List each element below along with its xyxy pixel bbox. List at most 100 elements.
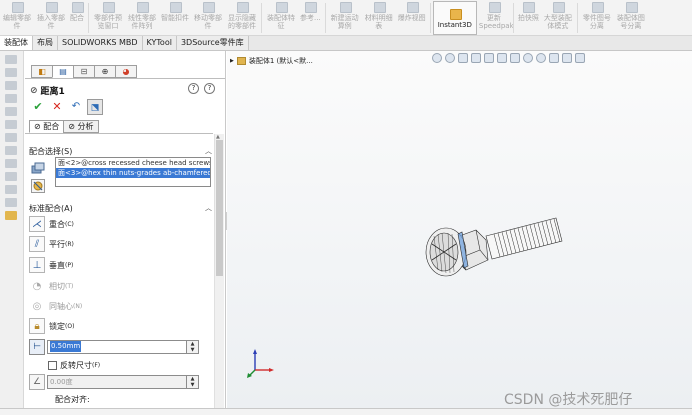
help-icon[interactable]: ? [204, 83, 215, 94]
zoom-to-fit-icon[interactable] [432, 53, 442, 63]
display-manager-tab-icon[interactable]: ◕ [115, 65, 137, 78]
property-manager: ◧ ▤ ⊟ ⊕ ◕ ⊘ 距离1 ? ? ✔ ✕ ↶ ⬔ ⊘ 配合 ⊘ 分析 配合… [25, 51, 225, 415]
angle-input[interactable] [47, 375, 187, 389]
tab-kytool[interactable]: KYTool [142, 36, 177, 50]
ribbon-button-reference-geometry[interactable]: 参考... [298, 1, 323, 22]
file-explorer-icon[interactable] [5, 94, 17, 103]
left-panel: ◧ ▤ ⊟ ⊕ ◕ ⊘ 距离1 ? ? ✔ ✕ ↶ ⬔ ⊘ 配合 ⊘ 分析 配合… [0, 51, 226, 415]
distance-stepper[interactable]: ▲ ▼ [187, 340, 199, 354]
feature-manager-tab-icon[interactable]: ◧ [31, 65, 53, 78]
move-component-icon [201, 1, 215, 13]
list-item[interactable]: 面<2>@cross recessed cheese head screws g… [56, 158, 210, 168]
ribbon-button-bom[interactable]: 材料明细表 [362, 1, 396, 30]
detail-preview-icon[interactable]: ? [188, 83, 199, 94]
graphics-viewport[interactable]: ▶ 装配体1 (默认<默... CSDN @技术死肥仔 [227, 51, 692, 408]
keep-visible-pin-button[interactable]: ⬔ [87, 99, 103, 115]
ok-button[interactable]: ✔ [30, 99, 46, 115]
configuration-manager-tab-icon[interactable]: ⊟ [73, 65, 95, 78]
list-item[interactable]: 面<3>@hex thin nuts-grades ab-chamfered g… [56, 168, 210, 178]
edit-appearance-icon[interactable] [536, 53, 546, 63]
pen-icon[interactable] [5, 211, 17, 220]
divider [25, 133, 213, 134]
tools-icon[interactable] [5, 159, 17, 168]
forum-icon[interactable] [5, 146, 17, 155]
ribbon-button-new-motion-study[interactable]: 新建运动算例 [328, 1, 362, 30]
ribbon-button-label: 显示隐藏的零部件 [228, 14, 256, 30]
expand-arrow-icon[interactable]: ▶ [230, 58, 234, 64]
resources-icon[interactable] [5, 68, 17, 77]
scrollbar-thumb[interactable] [216, 140, 223, 276]
ribbon-button-exploded-view[interactable]: 爆炸视图 [396, 1, 428, 22]
section-view-icon[interactable] [471, 53, 481, 63]
ribbon-button-instant3d[interactable]: Instant3D [432, 1, 477, 35]
custom-properties-icon[interactable] [5, 133, 17, 142]
speedpak-icon [487, 1, 501, 13]
ribbon-separator [429, 3, 431, 33]
tab-assembly[interactable]: 装配体 [0, 36, 33, 50]
panel-scrollbar[interactable]: ▲ ▼ [214, 134, 224, 415]
mate-selections-header[interactable]: 配合选择(S) [29, 146, 72, 157]
display-style-icon[interactable] [510, 53, 520, 63]
design-library-icon[interactable] [5, 81, 17, 90]
collapse-icon[interactable]: ︿ [205, 203, 212, 213]
ribbon-button-smart-fasteners[interactable]: 智能扣件 [159, 1, 191, 22]
collapse-icon[interactable]: ︿ [205, 146, 212, 156]
cancel-button[interactable]: ✕ [49, 99, 65, 115]
perpendicular-mate-button[interactable]: ⊥ 垂直 (P) [29, 257, 73, 273]
screw-with-nut-model[interactable] [424, 214, 564, 294]
tab-3dsource[interactable]: 3DSource零件库 [176, 36, 249, 50]
standard-mates-header[interactable]: 标准配合(A) [29, 203, 73, 214]
tree-root-label: 装配体1 (默认<默... [248, 57, 313, 65]
ribbon-button-assembly-features[interactable]: 装配体特征 [264, 1, 298, 30]
zoom-to-area-icon[interactable] [445, 53, 455, 63]
appearances-icon[interactable] [5, 120, 17, 129]
undo-button[interactable]: ↶ [68, 99, 84, 115]
mate-label: 平行 [49, 239, 65, 249]
multi-mate-icon[interactable] [31, 179, 45, 193]
ribbon-button-label: 装配体图号分离 [616, 14, 645, 30]
angle-stepper[interactable]: ▲ ▼ [187, 375, 199, 389]
ribbon-button-speedpak[interactable]: 更新Speedpak [477, 1, 514, 30]
ribbon-button-assembly-number-split[interactable]: 装配体图号分离 [614, 1, 648, 30]
previous-view-icon[interactable] [458, 53, 468, 63]
ribbon-button-large-assembly[interactable]: 大型装配体模式 [541, 1, 575, 30]
ribbon-button-component-preview[interactable]: 零部件预览窗口 [91, 1, 125, 30]
coincident-mate-button[interactable]: ⋌ 重合 (C) [29, 216, 74, 232]
ribbon-button-edit-component[interactable]: 编辑零部件 [0, 1, 34, 30]
settings-icon[interactable] [5, 185, 17, 194]
property-manager-tab-icon[interactable]: ▤ [52, 65, 74, 78]
ribbon-button-snapshot[interactable]: 拍快照 [516, 1, 541, 22]
search-tool-icon[interactable] [5, 198, 17, 207]
home-icon[interactable] [5, 55, 17, 64]
view-orientation-icon[interactable] [497, 53, 507, 63]
tangent-mate-button[interactable]: ◔ 相切 (T) [29, 278, 74, 294]
ribbon-button-show-hidden[interactable]: 显示隐藏的零部件 [225, 1, 259, 30]
distance-icon[interactable]: ⊢ [29, 339, 45, 355]
ribbon-button-linear-pattern[interactable]: 线性零部件阵列 [125, 1, 159, 30]
checkbox-box[interactable] [48, 361, 57, 370]
tab-analysis[interactable]: ⊘ 分析 [63, 120, 99, 133]
tab-solidworks-mbd[interactable]: SOLIDWORKS MBD [58, 36, 143, 50]
ribbon-button-part-number-split[interactable]: 零件图号分离 [580, 1, 614, 30]
tab-layout[interactable]: 布局 [33, 36, 58, 50]
library-icon[interactable] [5, 172, 17, 181]
dynamic-annotation-icon[interactable] [484, 53, 494, 63]
angle-icon[interactable]: ∠ [29, 374, 45, 390]
ribbon-button-insert-component[interactable]: 插入零部件 [34, 1, 68, 30]
feature-tree-flyout[interactable]: ▶ 装配体1 (默认<默... [230, 56, 313, 66]
monitor-icon[interactable] [575, 53, 585, 63]
mate-selections-list[interactable]: 面<2>@cross recessed cheese head screws g… [55, 157, 211, 187]
parallel-mate-button[interactable]: ⫽ 平行 (R) [29, 236, 74, 252]
apply-scene-icon[interactable] [549, 53, 559, 63]
ribbon-separator [88, 3, 89, 33]
flip-dimension-checkbox[interactable]: 反转尺寸 (F) [48, 360, 100, 371]
concentric-mate-button[interactable]: ◎ 同轴心 (N) [29, 298, 83, 314]
ribbon-button-mate[interactable]: 配合 [68, 1, 86, 22]
tab-mates[interactable]: ⊘ 配合 [29, 120, 65, 133]
hide-show-items-icon[interactable] [523, 53, 533, 63]
dimxpert-tab-icon[interactable]: ⊕ [94, 65, 116, 78]
lock-mate-button[interactable]: 🔒︎ 锁定 (O) [29, 318, 74, 334]
ribbon-button-move-component[interactable]: 移动零部件 [191, 1, 225, 30]
view-palette-icon[interactable] [5, 107, 17, 116]
view-settings-icon[interactable] [562, 53, 572, 63]
